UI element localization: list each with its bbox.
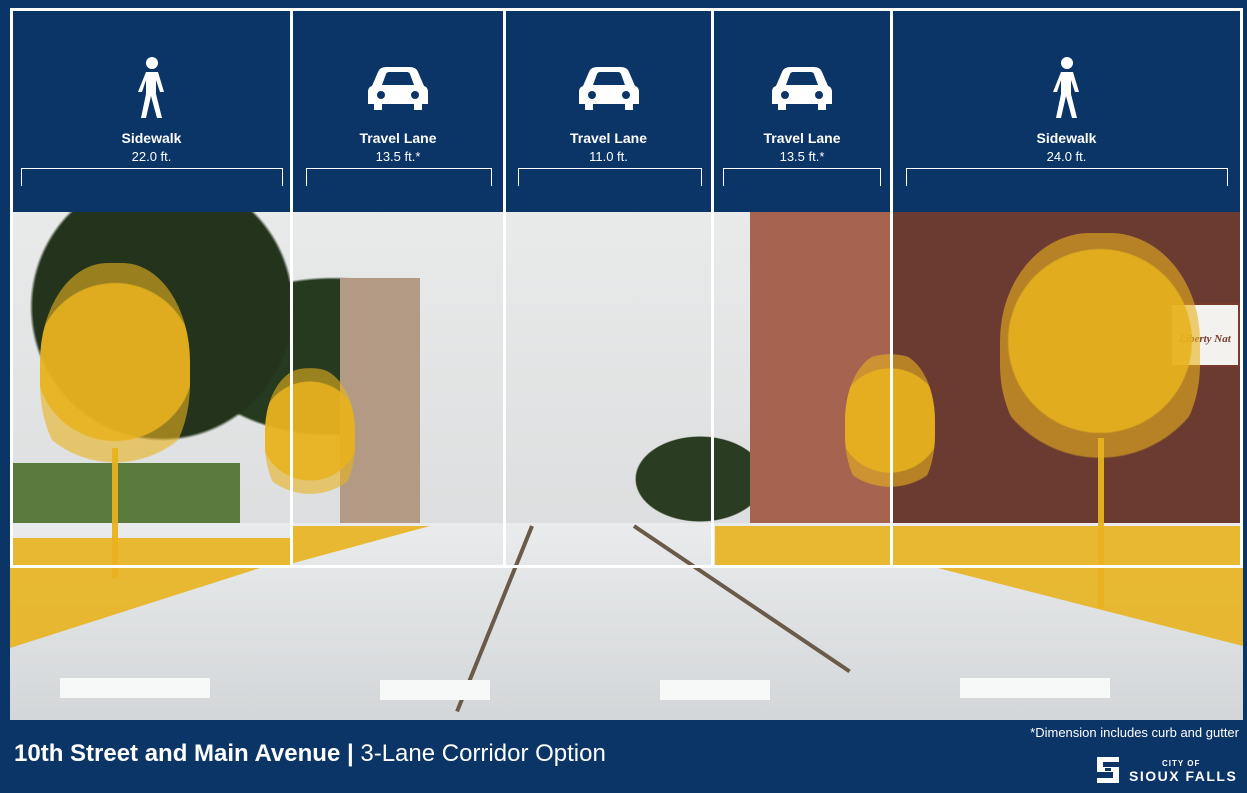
logo-line1: CITY OF [1162, 759, 1201, 768]
crosswalk-stripe [380, 680, 490, 700]
dimension-bracket [906, 168, 1228, 186]
dimension-bracket [723, 168, 881, 186]
crosswalk-stripe [660, 680, 770, 700]
crosswalk-stripe [60, 678, 210, 698]
title-bold: 10th Street and Main Avenue [14, 740, 341, 767]
sioux-falls-logo-icon [1097, 757, 1119, 783]
street-cross-section-graphic: Liberty Nat Sidewalk 22.0 ft. Travel Lan… [0, 0, 1247, 793]
column-name: Travel Lane [763, 130, 841, 146]
column-name: Sidewalk [1036, 130, 1097, 146]
pedestrian-icon [137, 57, 164, 118]
crosswalk-stripe [960, 678, 1110, 698]
car-icon [578, 67, 639, 110]
column-name: Travel Lane [569, 130, 648, 146]
column-dimension: 24.0 ft. [1046, 149, 1087, 164]
column-name: Sidewalk [121, 130, 182, 146]
car-icon [368, 67, 428, 110]
car-icon [772, 67, 832, 110]
footnote: *Dimension includes curb and gutter [1030, 725, 1239, 740]
city-logo: CITY OF SIOUX FALLS [1095, 753, 1240, 787]
page-title: 10th Street and Main Avenue | 3-Lane Cor… [14, 740, 606, 768]
title-rest: 3-Lane Corridor Option [360, 740, 606, 767]
logo-line2: SIOUX FALLS [1129, 768, 1238, 784]
dimension-bracket [21, 168, 283, 186]
pedestrian-icon [1052, 57, 1079, 118]
column-dimension: 13.5 ft.* [375, 149, 421, 164]
column-name: Travel Lane [359, 130, 437, 146]
column-dimension: 22.0 ft. [131, 149, 172, 164]
dimension-bracket [306, 168, 492, 186]
column-dimension: 13.5 ft.* [779, 149, 825, 164]
dimension-bracket [518, 168, 702, 186]
column-dimension: 11.0 ft. [589, 149, 628, 164]
title-separator: | [346, 740, 354, 767]
